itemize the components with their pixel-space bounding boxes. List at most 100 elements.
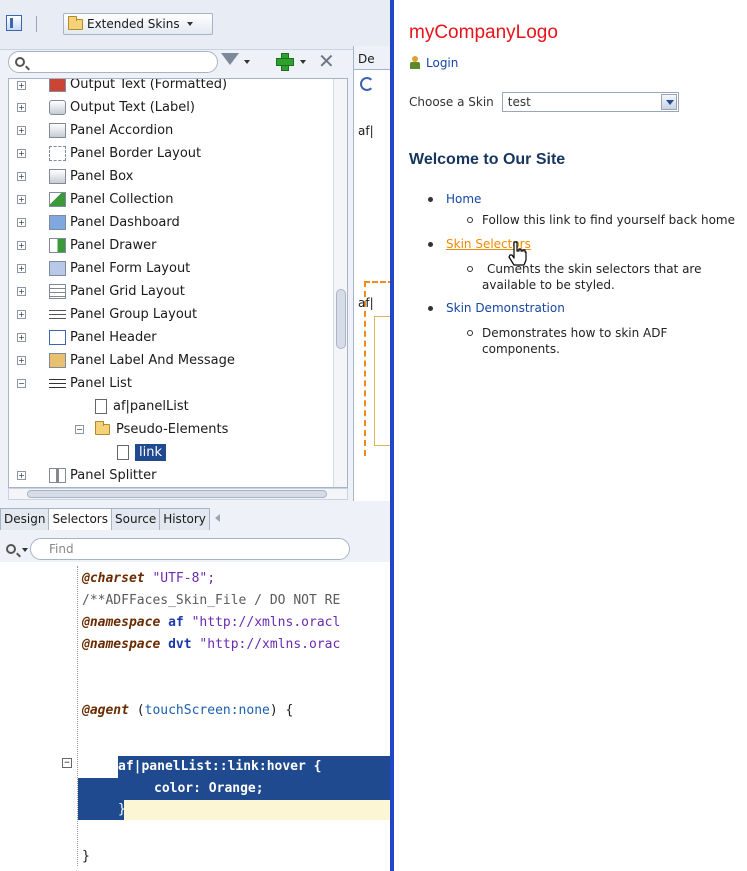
tree-item-label: Panel Label And Message (70, 352, 235, 368)
tab-source[interactable]: Source (110, 508, 161, 530)
css-source-editor[interactable]: @charset "UTF-8"; /**ADFFaces_Skin_File … (0, 562, 390, 871)
design-editor-pane: De af| af| (353, 46, 394, 501)
bullet (428, 242, 433, 247)
panel-toggle-icon[interactable] (6, 15, 22, 31)
tree-item-label: Output Text (Formatted) (70, 78, 228, 92)
tree-item[interactable]: + Panel Border Layout (17, 142, 202, 164)
add-icon[interactable] (276, 53, 294, 71)
selector-fragment: af| (358, 124, 374, 138)
code-line-selected: color: Orange; (154, 781, 264, 796)
tab-scroll-left-icon[interactable] (214, 514, 220, 522)
tab-history[interactable]: History (159, 508, 210, 530)
tree-item[interactable]: − Panel List (17, 372, 132, 394)
folder-icon (95, 420, 110, 435)
group-layout-icon (49, 306, 66, 322)
panel-box-icon (49, 168, 66, 184)
code-line: @namespace af "http://xmlns.oracl (82, 615, 341, 630)
scroll-thumb[interactable] (336, 289, 346, 349)
fold-collapse-icon[interactable]: − (62, 758, 72, 768)
document-icon (95, 398, 107, 414)
search-icon (15, 56, 25, 70)
tree-item-label: Panel Splitter (70, 467, 157, 483)
tree-item[interactable]: − Pseudo-Elements (75, 418, 228, 440)
home-link[interactable]: Home (446, 192, 481, 206)
skin-select[interactable]: test (501, 92, 679, 112)
tree-item[interactable]: + Panel Splitter (17, 464, 157, 486)
tab-design-editor[interactable]: De (354, 46, 391, 70)
tree-item[interactable]: + Panel Accordion (17, 119, 174, 141)
tree-item[interactable]: + Panel Drawer (17, 234, 157, 256)
tree-item[interactable]: + Panel Header (17, 326, 157, 348)
page-title: Welcome to Our Site (409, 151, 566, 168)
tree-item[interactable]: + Panel Form Layout (17, 257, 190, 279)
tree-item[interactable]: + Panel Label And Message (17, 349, 235, 371)
extended-skins-label: Extended Skins (87, 17, 180, 31)
tag-icon (49, 99, 66, 115)
skin-editor-toolbar: Extended Skins (0, 0, 390, 50)
tree-search-row (8, 49, 348, 75)
chevron-down-icon (186, 22, 193, 26)
skin-select-value: test (507, 95, 531, 109)
code-line: } (82, 849, 90, 864)
tree-item-label: Panel List (70, 375, 132, 391)
tree-item-label: Panel Group Layout (70, 306, 198, 322)
ide-panel: Extended Skins ✕ + Output Text (Formatted… (0, 0, 394, 871)
selector-fragment: af| (358, 296, 374, 310)
tree-item-selected[interactable]: link (117, 441, 166, 463)
tree-item[interactable]: + Panel Group Layout (17, 303, 198, 325)
tree-item-label: Panel Accordion (70, 122, 174, 138)
tree-item[interactable]: + Output Text (Formatted) (17, 78, 228, 95)
form-layout-icon (49, 260, 66, 276)
tree-item[interactable]: + Panel Box (17, 165, 134, 187)
delete-icon[interactable]: ✕ (318, 51, 335, 71)
tree-item-label: af|panelList (113, 398, 189, 414)
filter-chevron-icon[interactable] (244, 60, 250, 64)
filter-icon[interactable] (221, 53, 239, 65)
tree-item-label: Output Text (Label) (70, 99, 195, 115)
document-icon (117, 444, 129, 460)
header-icon (49, 329, 66, 345)
extended-skins-dropdown[interactable]: Extended Skins (63, 13, 213, 35)
tab-design[interactable]: Design (0, 508, 50, 530)
tree-horizontal-scrollbar[interactable] (8, 488, 348, 500)
tree-vertical-scrollbar[interactable] (333, 79, 347, 487)
add-chevron-icon[interactable] (300, 60, 306, 64)
search-options-chevron-icon[interactable] (22, 548, 28, 552)
skin-demonstration-link[interactable]: Skin Demonstration (446, 301, 565, 315)
scroll-thumb[interactable] (27, 490, 327, 498)
tree-item-label: Panel Header (70, 329, 157, 345)
chevron-down-icon[interactable] (660, 94, 677, 110)
gutter-divider (77, 566, 78, 866)
refresh-icon[interactable] (360, 77, 374, 91)
splitter-icon (49, 467, 66, 483)
grid-layout-icon (49, 283, 66, 299)
skin-label: Choose a Skin (409, 95, 494, 109)
company-logo: myCompanyLogo (409, 22, 558, 43)
find-input[interactable]: Find (30, 538, 350, 560)
tree-item[interactable]: + Panel Collection (17, 188, 174, 210)
tree-item-label: link (135, 443, 166, 461)
hand-cursor-icon (508, 241, 527, 266)
editor-gutter (0, 562, 78, 871)
login-link[interactable]: Login (409, 56, 458, 70)
tree-item[interactable]: + Panel Grid Layout (17, 280, 185, 302)
code-line: @charset "UTF-8"; (82, 571, 216, 586)
collection-icon (49, 191, 66, 207)
tree-search-input[interactable] (8, 51, 218, 73)
tree-item-label: Panel Box (70, 168, 134, 184)
tree-item[interactable]: af|panelList (95, 395, 189, 417)
search-icon[interactable] (6, 543, 16, 557)
label-message-icon (49, 352, 66, 368)
tab-selectors[interactable]: Selectors (48, 508, 112, 530)
toolbar-separator (36, 16, 37, 32)
tree-item-label: Panel Border Layout (70, 145, 202, 161)
tree-item-label: Panel Collection (70, 191, 174, 207)
sub-bullet (467, 217, 473, 223)
code-line: /**ADFFaces_Skin_File / DO NOT RE (82, 593, 341, 608)
sub-bullet (467, 266, 473, 272)
code-line: @agent (touchScreen:none) { (82, 703, 294, 718)
output-text-icon (49, 79, 66, 92)
tree-item[interactable]: + Panel Dashboard (17, 211, 180, 233)
tree-item[interactable]: + Output Text (Label) (17, 96, 195, 118)
skin-demonstration-description: Demonstrates how to skin ADF (482, 326, 668, 340)
